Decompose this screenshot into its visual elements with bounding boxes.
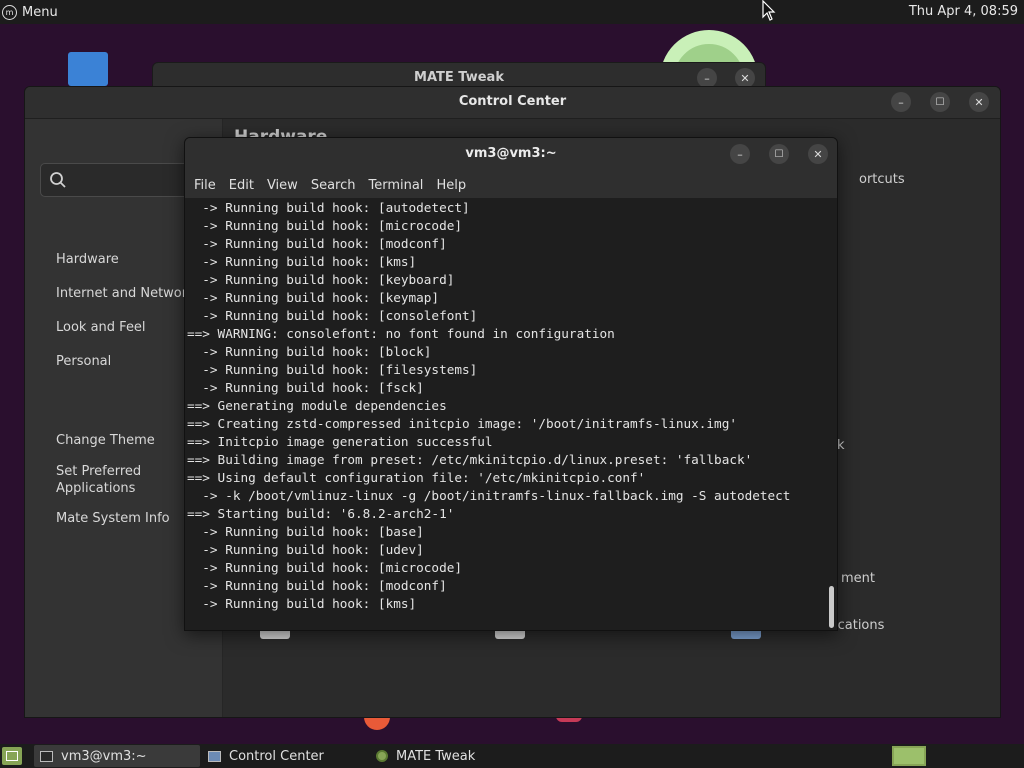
menu-terminal[interactable]: Terminal: [363, 178, 428, 193]
taskbar-item-terminal[interactable]: vm3@vm3:~: [34, 745, 200, 767]
minimize-button[interactable]: –: [697, 68, 717, 88]
menu-label: Menu: [22, 4, 58, 20]
task-label: MATE Tweak: [396, 748, 476, 764]
desktop-icon: [6, 751, 18, 761]
window-title: MATE Tweak: [414, 70, 504, 85]
terminal-line: -> Running build hook: [keymap]: [187, 290, 440, 305]
mate-tweak-icon: [376, 750, 388, 762]
task-label: Control Center: [229, 748, 324, 764]
maximize-button[interactable]: ☐: [930, 92, 950, 112]
scrollbar-thumb[interactable]: [829, 586, 834, 628]
terminal-line: -> Running build hook: [autodetect]: [187, 200, 470, 215]
terminal-line: -> Running build hook: [modconf]: [187, 578, 447, 593]
scrollbar[interactable]: [825, 198, 837, 630]
control-center-icon: [208, 750, 221, 762]
terminal-line: -> Running build hook: [modconf]: [187, 236, 447, 251]
terminal-icon: [40, 750, 53, 762]
item-label[interactable]: ortcuts: [859, 172, 905, 187]
terminal-line: -> Running build hook: [microcode]: [187, 218, 462, 233]
terminal-line: ==> Building image from preset: /etc/mki…: [187, 452, 753, 467]
top-panel: m Menu Thu Apr 4, 08:59: [0, 0, 1024, 24]
terminal-line: -> Running build hook: [udev]: [187, 542, 424, 557]
terminal-line: -> Running build hook: [base]: [187, 524, 424, 539]
item-label[interactable]: ment: [841, 571, 875, 586]
menu-search[interactable]: Search: [306, 178, 361, 193]
minimize-button[interactable]: –: [891, 92, 911, 112]
close-button[interactable]: ✕: [969, 92, 989, 112]
sidebar-item-preferred-apps[interactable]: Set Preferred Applications: [56, 463, 166, 497]
terminal-line: -> Running build hook: [kms]: [187, 596, 417, 611]
item-label[interactable]: k: [837, 438, 845, 453]
terminal-line: -> Running build hook: [keyboard]: [187, 272, 455, 287]
app-icon[interactable]: [495, 631, 525, 639]
item-label[interactable]: ications: [834, 618, 884, 633]
terminal-line: ==> Using default configuration file: '/…: [187, 470, 646, 485]
terminal-line: -> -k /boot/vmlinuz-linux -g /boot/initr…: [187, 488, 791, 503]
terminal-line: -> Running build hook: [filesystems]: [187, 362, 478, 377]
close-button[interactable]: ✕: [735, 68, 755, 88]
desktop-folder-icon[interactable]: [68, 52, 108, 86]
bottom-panel: vm3@vm3:~ Control Center MATE Tweak: [0, 744, 1024, 768]
menu-file[interactable]: File: [189, 178, 221, 193]
window-titlebar[interactable]: vm3@vm3:~ – ☐ ✕: [185, 138, 837, 172]
search-icon: [50, 172, 66, 188]
terminal-line: ==> WARNING: consolefont: no font found …: [187, 326, 615, 341]
terminal-line: ==> Starting build: '6.8.2-arch2-1': [187, 506, 455, 521]
terminal-line: -> Running build hook: [microcode]: [187, 560, 462, 575]
task-label: vm3@vm3:~: [61, 748, 147, 764]
maximize-button[interactable]: ☐: [769, 144, 789, 164]
taskbar-item-mate-tweak[interactable]: MATE Tweak: [370, 745, 536, 767]
terminal-line: -> Running build hook: [consolefont]: [187, 308, 478, 323]
close-button[interactable]: ✕: [808, 144, 828, 164]
terminal-line: -> Running build hook: [block]: [187, 344, 432, 359]
app-icon[interactable]: [260, 631, 290, 639]
menu-edit[interactable]: Edit: [224, 178, 259, 193]
workspace-switcher[interactable]: [892, 746, 926, 766]
terminal-line: ==> Initcpio image generation successful: [187, 434, 493, 449]
taskbar-item-control-center[interactable]: Control Center: [202, 745, 368, 767]
main-menu-button[interactable]: m Menu: [0, 0, 64, 24]
mouse-cursor-icon: [762, 0, 776, 21]
terminal-output[interactable]: -> Running build hook: [autodetect] -> R…: [185, 198, 825, 630]
minimize-button[interactable]: –: [730, 144, 750, 164]
terminal-line: -> Running build hook: [fsck]: [187, 380, 424, 395]
clock[interactable]: Thu Apr 4, 08:59: [909, 4, 1018, 19]
terminal-window: vm3@vm3:~ – ☐ ✕ File Edit View Search Te…: [184, 137, 838, 631]
show-desktop-button[interactable]: [2, 747, 22, 765]
menu-help[interactable]: Help: [431, 178, 471, 193]
menubar: File Edit View Search Terminal Help: [185, 172, 837, 198]
desktop-icon-fragment: [364, 716, 390, 730]
terminal-line: ==> Generating module dependencies: [187, 398, 447, 413]
app-icon[interactable]: [731, 631, 761, 639]
window-title: Control Center: [458, 94, 567, 109]
window-titlebar[interactable]: Control Center – ☐ ✕: [25, 87, 1000, 119]
menu-view[interactable]: View: [262, 178, 303, 193]
terminal-line: -> Running build hook: [kms]: [187, 254, 417, 269]
terminal-line: ==> Creating zstd-compressed initcpio im…: [187, 416, 737, 431]
mate-logo-icon: m: [2, 4, 17, 20]
